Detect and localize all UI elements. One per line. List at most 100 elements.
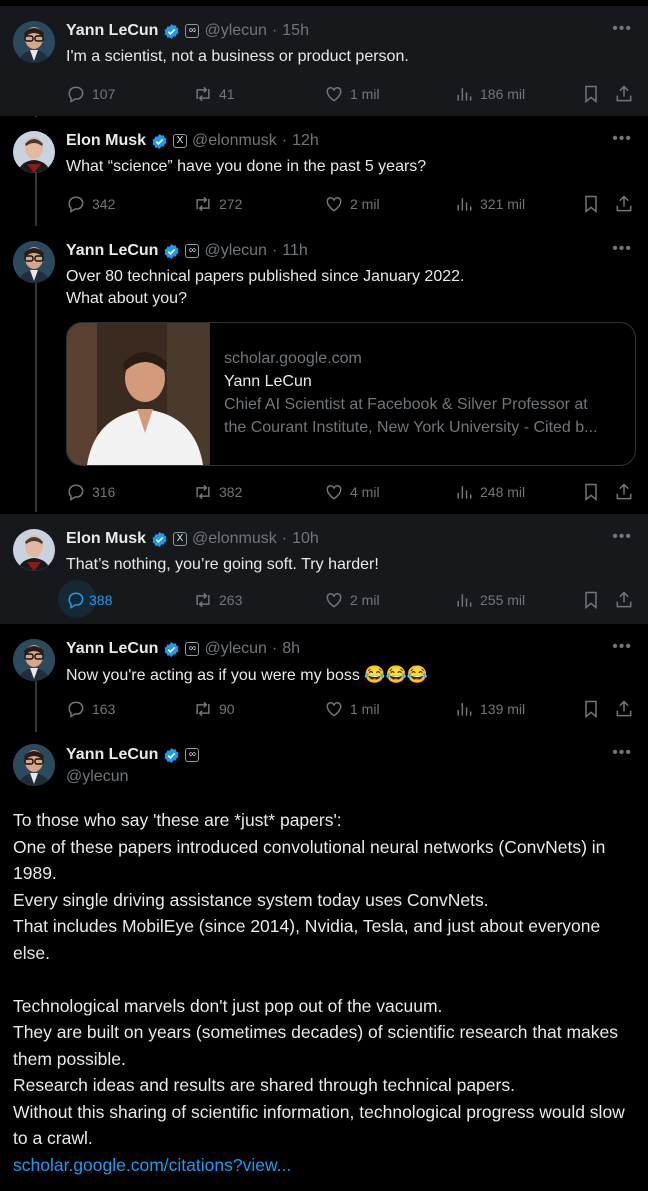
- timestamp[interactable]: 8h: [282, 640, 300, 658]
- affiliation-icon[interactable]: ∞: [185, 642, 200, 656]
- bookmark-button[interactable]: [581, 192, 601, 216]
- share-icon: [616, 700, 632, 717]
- author-name[interactable]: Yann LeCun: [66, 746, 158, 764]
- verified-icon: [164, 747, 179, 763]
- like-button[interactable]: 1 mil: [324, 697, 380, 721]
- author-name[interactable]: Elon Musk: [66, 132, 146, 150]
- more-icon[interactable]: •••: [612, 744, 632, 762]
- views-count: 255 mil: [480, 592, 526, 608]
- author-handle[interactable]: @ylecun: [204, 640, 267, 658]
- author-handle[interactable]: @elonmusk: [192, 530, 277, 548]
- like-count: 1 mil: [350, 701, 380, 717]
- tweet[interactable]: Yann LeCun ∞ @ylecun · 8h ••• Now you're…: [0, 624, 648, 732]
- author-handle[interactable]: @ylecun: [204, 22, 267, 40]
- author-handle[interactable]: @ylecun: [66, 768, 129, 786]
- reply-button[interactable]: 163: [66, 697, 115, 721]
- separator-dot: ·: [271, 242, 278, 259]
- views-button[interactable]: 321 mil: [454, 192, 525, 216]
- separator-dot: ·: [281, 132, 288, 149]
- like-button[interactable]: 1 mil: [324, 82, 380, 106]
- repost-button[interactable]: 272: [193, 192, 242, 216]
- repost-button[interactable]: 41: [193, 82, 235, 106]
- author-name[interactable]: Yann LeCun: [66, 242, 158, 260]
- timestamp[interactable]: 11h: [282, 242, 308, 260]
- action-bar: 163 90 1 mil 139 mil: [0, 697, 648, 721]
- author-name[interactable]: Elon Musk: [66, 530, 146, 548]
- link-card[interactable]: scholar.google.com Yann LeCun Chief AI S…: [66, 322, 636, 466]
- paragraph: Research ideas and results are shared th…: [13, 1075, 515, 1095]
- views-count: 139 mil: [480, 701, 526, 717]
- verified-icon: [152, 531, 167, 547]
- bookmark-button[interactable]: [581, 480, 601, 504]
- author-handle[interactable]: @ylecun: [204, 242, 267, 260]
- author-name[interactable]: Yann LeCun: [66, 22, 158, 40]
- verified-icon: [164, 23, 179, 39]
- bookmark-icon: [585, 591, 597, 610]
- bookmark-button[interactable]: [581, 82, 601, 106]
- reply-button[interactable]: 107: [66, 82, 115, 106]
- reply-button[interactable]: 342: [66, 192, 115, 216]
- action-bar: 342 272 2 mil 321 mil: [0, 192, 648, 216]
- more-icon[interactable]: •••: [612, 130, 632, 148]
- affiliation-icon[interactable]: ∞: [185, 244, 200, 258]
- repost-button[interactable]: 90: [193, 697, 235, 721]
- views-icon: [457, 198, 472, 211]
- author-name[interactable]: Yann LeCun: [66, 640, 158, 658]
- views-button[interactable]: 186 mil: [454, 82, 525, 106]
- views-count: 248 mil: [480, 484, 526, 500]
- bookmark-icon: [585, 195, 597, 214]
- more-icon[interactable]: •••: [612, 20, 632, 38]
- avatar[interactable]: [13, 529, 55, 571]
- like-icon: [326, 484, 342, 500]
- affiliation-icon[interactable]: ∞: [185, 748, 200, 762]
- paragraph: Every single driving assistance system t…: [13, 889, 489, 910]
- reply-button[interactable]: 388: [58, 580, 112, 618]
- tweet[interactable]: Yann LeCun ∞ @ylecun · 15h ••• I'm a sci…: [0, 6, 648, 116]
- avatar[interactable]: [13, 21, 55, 63]
- affiliation-icon[interactable]: X: [173, 532, 188, 546]
- avatar[interactable]: [13, 744, 55, 786]
- avatar[interactable]: [13, 639, 55, 681]
- tweet-text-body: Now you're acting as if you were my boss: [66, 667, 360, 684]
- share-button[interactable]: [614, 588, 634, 612]
- card-text: scholar.google.com Yann LeCun Chief AI S…: [224, 347, 625, 439]
- more-icon[interactable]: •••: [612, 528, 632, 546]
- tweet-text-line: Over 80 technical papers published since…: [66, 268, 465, 285]
- affiliation-icon[interactable]: ∞: [185, 24, 200, 38]
- share-button[interactable]: [614, 480, 634, 504]
- author-handle[interactable]: @elonmusk: [192, 132, 277, 150]
- timestamp[interactable]: 12h: [292, 132, 319, 150]
- more-icon[interactable]: •••: [612, 240, 632, 258]
- repost-button[interactable]: 263: [193, 588, 242, 612]
- timestamp[interactable]: 15h: [282, 22, 309, 40]
- paragraph: That includes MobilEye (since 2014), Nvi…: [13, 916, 601, 963]
- reply-button[interactable]: 316: [66, 480, 115, 504]
- like-button[interactable]: 4 mil: [324, 480, 380, 504]
- like-button[interactable]: 2 mil: [324, 192, 380, 216]
- share-button[interactable]: [614, 697, 634, 721]
- avatar[interactable]: [13, 241, 55, 283]
- timestamp[interactable]: 10h: [292, 530, 319, 548]
- main-tweet-text: To those who say 'these are *just* paper…: [13, 807, 633, 1178]
- views-button[interactable]: 255 mil: [454, 588, 525, 612]
- bookmark-button[interactable]: [581, 588, 601, 612]
- tweet-text: That’s nothing, you’re going soft. Try h…: [66, 556, 379, 573]
- like-button[interactable]: 2 mil: [324, 588, 380, 612]
- views-button[interactable]: 248 mil: [454, 480, 525, 504]
- tweet-text: What “science” have you done in the past…: [66, 158, 427, 175]
- more-icon[interactable]: •••: [612, 638, 632, 656]
- affiliation-icon[interactable]: X: [173, 134, 188, 148]
- views-button[interactable]: 139 mil: [454, 697, 525, 721]
- citations-link[interactable]: scholar.google.com/citations?view...: [13, 1155, 291, 1175]
- tweet[interactable]: Elon Musk X @elonmusk · 10h ••• That’s n…: [0, 514, 648, 624]
- tweet[interactable]: Elon Musk X @elonmusk · 12h ••• What “sc…: [0, 116, 648, 226]
- avatar[interactable]: [13, 131, 55, 173]
- share-button[interactable]: [614, 192, 634, 216]
- verified-icon: [164, 641, 179, 657]
- paragraph: To those who say 'these are *just* paper…: [13, 810, 342, 830]
- share-button[interactable]: [614, 82, 634, 106]
- reply-icon: [68, 196, 84, 213]
- repost-count: 272: [219, 196, 243, 212]
- bookmark-button[interactable]: [581, 697, 601, 721]
- repost-button[interactable]: 382: [193, 480, 242, 504]
